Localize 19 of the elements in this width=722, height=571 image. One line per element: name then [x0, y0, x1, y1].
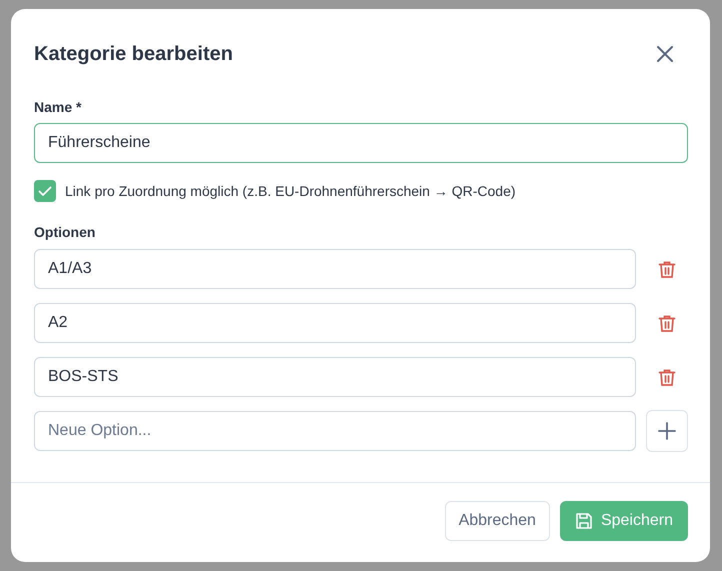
- trash-icon: [658, 260, 676, 278]
- section-label: Optionen: [34, 224, 96, 240]
- name-field[interactable]: Führerscheine: [34, 123, 688, 163]
- checkbox-label: Link pro Zuordnung möglich (z.B. EU-Drohnenführerschein → QR-Code): [65, 183, 516, 199]
- cancel-button[interactable]: Abbrechen: [444, 501, 550, 541]
- close-button[interactable]: [654, 43, 676, 65]
- option-field[interactable]: A1/A3: [34, 249, 636, 289]
- option-field[interactable]: A2: [34, 303, 636, 343]
- close-icon: [654, 43, 676, 65]
- new-option-field[interactable]: Neue Option...: [34, 411, 636, 451]
- dialog-title: Kategorie bearbeiten: [34, 42, 233, 66]
- trash-icon: [658, 314, 676, 332]
- trash-icon: [658, 368, 676, 386]
- checkbox[interactable]: [34, 180, 56, 202]
- field-label: Name *: [34, 99, 82, 115]
- check-icon: [38, 186, 52, 196]
- plus-icon: [657, 421, 677, 441]
- option-field[interactable]: BOS-STS: [34, 357, 636, 397]
- add-button[interactable]: [646, 410, 688, 452]
